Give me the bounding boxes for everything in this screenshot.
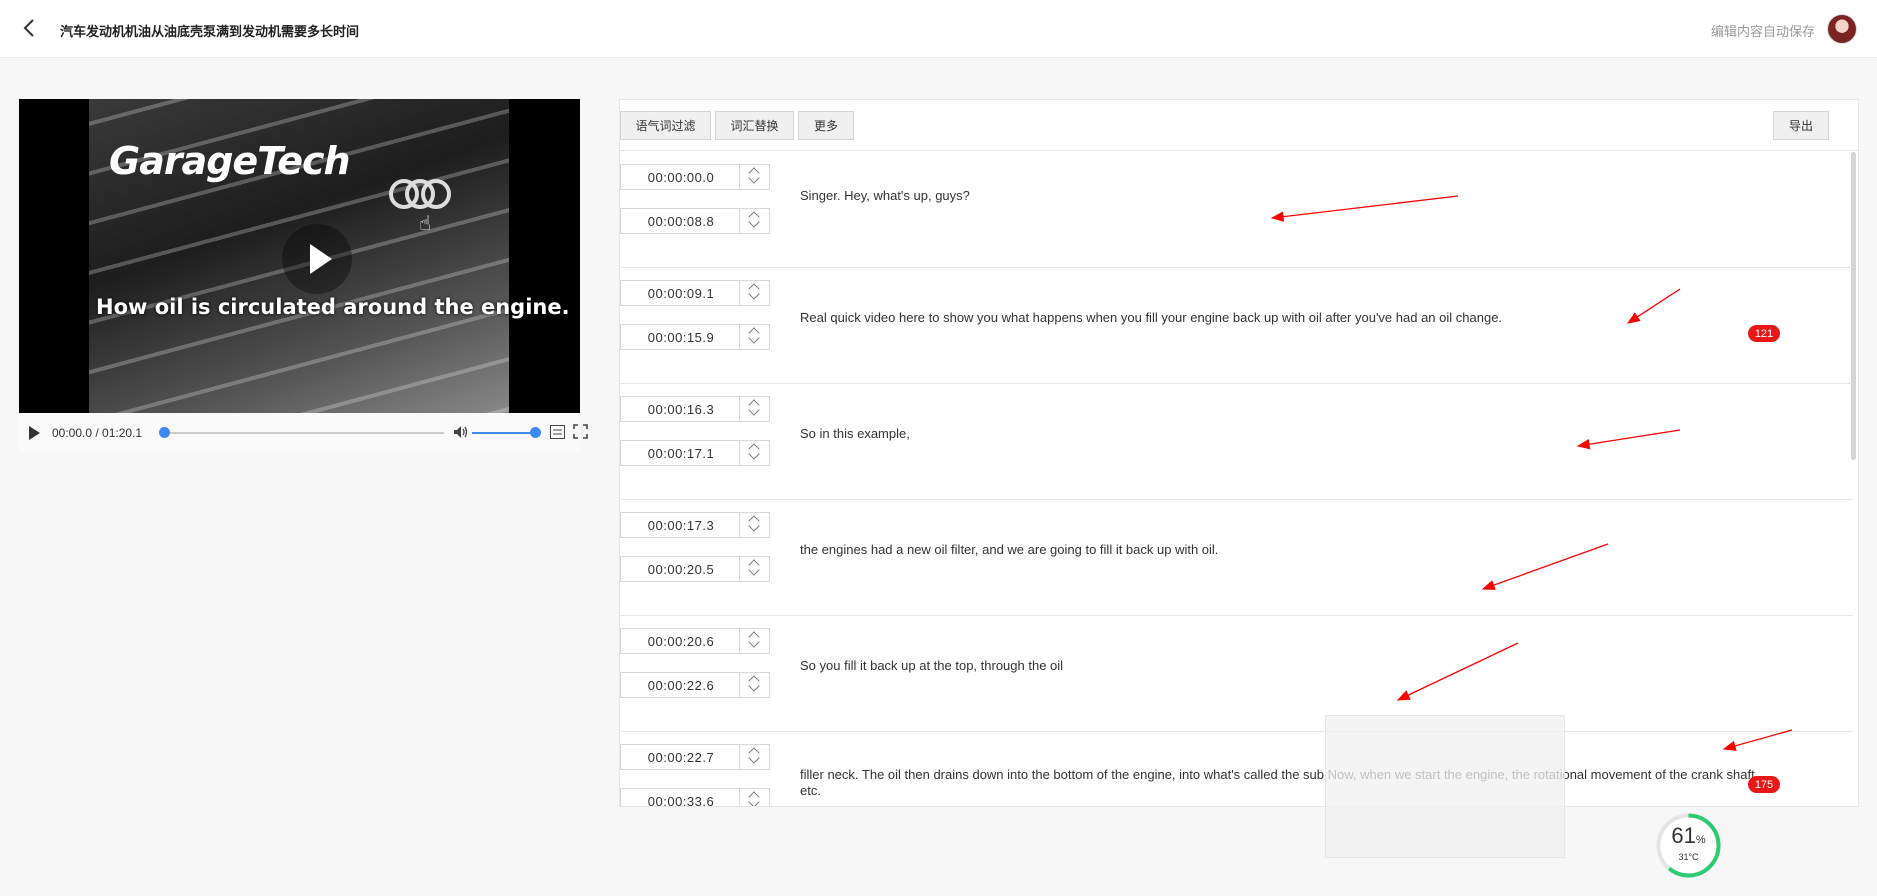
time-spinner: [739, 513, 769, 537]
subtitle-icon[interactable]: [550, 425, 565, 439]
segment-text[interactable]: Singer. Hey, what's up, guys?: [800, 188, 1760, 204]
start-time-value[interactable]: 00:00:17.3: [621, 513, 741, 537]
start-time-value[interactable]: 00:00:09.1: [621, 281, 741, 305]
video-brand-text: GarageTech: [109, 139, 351, 183]
time-spinner: [739, 789, 769, 806]
volume-slider[interactable]: [472, 427, 541, 438]
start-time-input[interactable]: 00:00:09.1: [620, 280, 770, 306]
segment-count-badge: 121: [1748, 325, 1780, 342]
export-button[interactable]: 导出: [1773, 111, 1829, 140]
play-overlay-icon[interactable]: [282, 224, 352, 294]
back-arrow-icon[interactable]: [18, 16, 42, 40]
video-caption: How oil is circulated around the engine.: [96, 295, 570, 319]
transcript-segment: 00:00:00.0 00:00:08.8 Singer. Hey, what'…: [620, 152, 1853, 268]
floating-panel: [1325, 715, 1565, 858]
start-time-input[interactable]: 00:00:22.7: [620, 744, 770, 770]
time-spinner: [739, 745, 769, 769]
avatar[interactable]: [1827, 14, 1857, 44]
time-spinner: [739, 397, 769, 421]
fullscreen-icon[interactable]: [573, 424, 588, 439]
end-time-input[interactable]: 00:00:20.5: [620, 556, 770, 582]
end-time-input[interactable]: 00:00:22.6: [620, 672, 770, 698]
top-header: 汽车发动机机油从油底壳泵满到发动机需要多长时间 编辑内容自动保存: [0, 0, 1877, 58]
end-time-input[interactable]: 00:00:33.6: [620, 788, 770, 807]
segment-text[interactable]: the engines had a new oil filter, and we…: [800, 542, 1760, 558]
time-spinner: [739, 209, 769, 233]
time-spinner: [739, 629, 769, 653]
gauge-percent-unit: %: [1695, 834, 1706, 846]
segment-text[interactable]: filler neck. The oil then drains down in…: [800, 767, 1760, 799]
end-time-value[interactable]: 00:00:08.8: [621, 209, 741, 233]
start-time-value[interactable]: 00:00:00.0: [621, 165, 741, 189]
autosave-status: 编辑内容自动保存: [1710, 24, 1815, 39]
system-monitor-widget[interactable]: 61% 31°C: [1655, 812, 1722, 879]
gauge-temperature: 31°C: [1678, 852, 1699, 862]
transcript-segment: 00:00:17.3 00:00:20.5 the engines had a …: [620, 500, 1853, 616]
start-time-value[interactable]: 00:00:16.3: [621, 397, 741, 421]
progress-handle[interactable]: [159, 427, 170, 438]
time-spinner: [739, 281, 769, 305]
volume-handle[interactable]: [530, 427, 541, 438]
end-time-value[interactable]: 00:00:22.6: [621, 673, 741, 697]
transcript-segment: 00:00:22.7 00:00:33.6 filler neck. The o…: [620, 732, 1853, 807]
end-time-value[interactable]: 00:00:17.1: [621, 441, 741, 465]
volume-icon[interactable]: [453, 424, 469, 440]
segment-count-badge: 175: [1748, 776, 1780, 793]
start-time-input[interactable]: 00:00:16.3: [620, 396, 770, 422]
end-time-input[interactable]: 00:00:15.9: [620, 324, 770, 350]
transcript-segment: 00:00:20.6 00:00:22.6 So you fill it bac…: [620, 616, 1853, 732]
progress-bar[interactable]: [159, 427, 444, 438]
start-time-input[interactable]: 00:00:00.0: [620, 164, 770, 190]
start-time-value[interactable]: 00:00:22.7: [621, 745, 741, 769]
time-spinner: [739, 165, 769, 189]
hand-cursor-icon: ☝: [419, 213, 432, 235]
segment-text[interactable]: Real quick video here to show you what h…: [800, 310, 1760, 326]
gauge-percent: 61%: [1655, 823, 1722, 849]
time-display: 00:00.0 / 01:20.1: [52, 426, 143, 440]
start-time-input[interactable]: 00:00:17.3: [620, 512, 770, 538]
end-time-input[interactable]: 00:00:08.8: [620, 208, 770, 234]
video-frame[interactable]: GarageTech How oil is circulated around …: [19, 99, 580, 413]
time-spinner: [739, 325, 769, 349]
page-title: 汽车发动机机油从油底壳泵满到发动机需要多长时间: [60, 24, 360, 39]
transcript-segment: 00:00:09.1 00:00:15.9 Real quick video h…: [620, 268, 1853, 384]
play-icon[interactable]: [29, 426, 40, 440]
word-replace-button[interactable]: 词汇替换: [715, 111, 794, 140]
more-button[interactable]: 更多: [798, 111, 854, 140]
start-time-value[interactable]: 00:00:20.6: [621, 629, 741, 653]
segment-text[interactable]: So in this example,: [800, 426, 1760, 442]
editor-toolbar: 语气词过滤 词汇替换 更多 导出: [620, 100, 1858, 151]
start-time-input[interactable]: 00:00:20.6: [620, 628, 770, 654]
end-time-input[interactable]: 00:00:17.1: [620, 440, 770, 466]
end-time-value[interactable]: 00:00:33.6: [621, 789, 741, 807]
time-spinner: [739, 557, 769, 581]
end-time-value[interactable]: 00:00:20.5: [621, 557, 741, 581]
time-spinner: [739, 673, 769, 697]
transcript-editor: 语气词过滤 词汇替换 更多 导出 00:00:00.0 00:00:08.8 S…: [619, 99, 1859, 807]
end-time-value[interactable]: 00:00:15.9: [621, 325, 741, 349]
time-spinner: [739, 441, 769, 465]
filter-filler-button[interactable]: 语气词过滤: [620, 111, 711, 140]
segment-text[interactable]: So you fill it back up at the top, throu…: [800, 658, 1760, 674]
video-controls: 00:00.0 / 01:20.1: [19, 413, 588, 452]
gauge-percent-value: 61: [1671, 823, 1696, 848]
transcript-segment: 00:00:16.3 00:00:17.1 So in this example…: [620, 384, 1853, 500]
video-player: GarageTech How oil is circulated around …: [19, 99, 588, 452]
